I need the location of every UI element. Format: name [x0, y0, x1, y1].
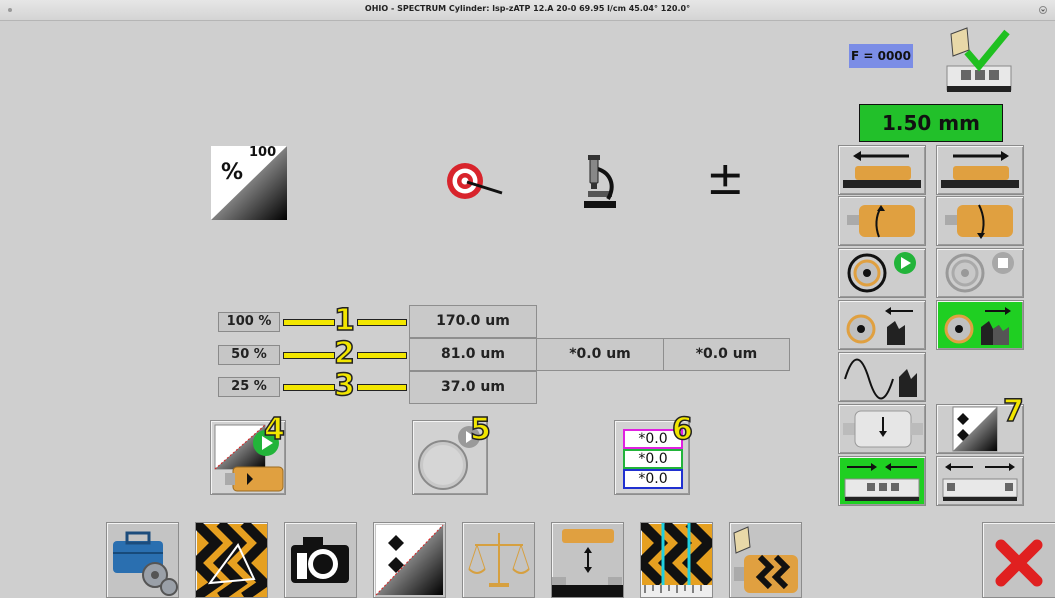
button6-number: 6 — [671, 412, 693, 447]
waveform-button[interactable] — [838, 352, 926, 402]
gradation-max-label: 100 — [249, 145, 277, 160]
balance-button[interactable] — [462, 522, 535, 598]
confirm-save-button[interactable] — [941, 26, 1016, 96]
head-engage-button[interactable] — [936, 300, 1024, 350]
offset-values-button[interactable]: *0.0 *0.0 *0.0 6 — [614, 414, 694, 495]
target-icon[interactable] — [446, 161, 506, 201]
row2-percent[interactable]: 50 % — [218, 345, 280, 365]
rotation-stop-button[interactable] — [936, 248, 1024, 298]
cylinder-height-button[interactable] — [551, 522, 624, 598]
offset-value-blue: *0.0 — [623, 469, 683, 489]
move-right-button[interactable] — [936, 145, 1024, 195]
toolbox-settings-button[interactable] — [106, 522, 179, 598]
clamp-open-button[interactable] — [936, 456, 1024, 506]
button7-number: 7 — [1002, 394, 1024, 429]
gradation-icon[interactable]: % 100 0 — [211, 145, 287, 220]
gradation-curve-button[interactable]: 7 — [936, 396, 1025, 454]
load-cylinder-button[interactable] — [729, 522, 802, 598]
cell-pattern-button[interactable] — [195, 522, 268, 598]
offset-value-green: *0.0 — [623, 449, 683, 469]
row2-value-3[interactable]: *0.0 um — [663, 338, 790, 371]
camera-button[interactable] — [284, 522, 357, 598]
row1-line-left — [283, 319, 335, 326]
cell-measure-button[interactable] — [640, 522, 713, 598]
row3-line-left — [283, 384, 335, 391]
move-left-button[interactable] — [838, 145, 926, 195]
diameter-display: 1.50 mm — [859, 104, 1003, 142]
title-bar: OHIO - SPECTRUM Cylinder: lsp-zATP 12.A … — [0, 0, 1055, 21]
row3-value-1[interactable]: 37.0 um — [409, 371, 537, 404]
microscope-icon[interactable] — [580, 155, 620, 211]
window-close-icon[interactable] — [1039, 6, 1047, 14]
gradation-table-button[interactable] — [373, 522, 446, 598]
gradation-apply-button[interactable]: 4 — [210, 414, 286, 495]
gradation-percent-sign: % — [221, 160, 244, 185]
head-retract-button[interactable] — [838, 300, 926, 350]
row1-percent[interactable]: 100 % — [218, 312, 280, 332]
window-title: OHIO - SPECTRUM Cylinder: lsp-zATP 12.A … — [364, 4, 691, 13]
rotate-backward-button[interactable] — [936, 196, 1024, 246]
row2-line-left — [283, 352, 335, 359]
row3-percent[interactable]: 25 % — [218, 377, 280, 397]
cylinder-measure-button[interactable] — [838, 404, 926, 454]
clamp-close-button[interactable] — [838, 456, 926, 506]
row1-line-right — [357, 319, 407, 326]
row2-number: 2 — [333, 336, 355, 371]
row3-number: 3 — [333, 368, 355, 403]
row2-value-2[interactable]: *0.0 um — [536, 338, 664, 371]
gradation-min-label: 0 — [213, 200, 223, 215]
row2-value-1[interactable]: 81.0 um — [409, 338, 537, 371]
rotation-start-button[interactable] — [838, 248, 926, 298]
row2-line-right — [357, 352, 407, 359]
close-button[interactable] — [982, 522, 1055, 598]
row3-line-right — [357, 384, 407, 391]
engrave-start-button[interactable]: 5 — [412, 414, 492, 495]
f-counter: F = 0000 — [849, 44, 913, 68]
row1-number: 1 — [333, 303, 355, 338]
rotate-forward-button[interactable] — [838, 196, 926, 246]
button4-number: 4 — [263, 412, 285, 447]
row1-value-1[interactable]: 170.0 um — [409, 305, 537, 338]
plus-minus-icon[interactable]: ± — [706, 150, 745, 206]
button5-number: 5 — [469, 412, 491, 447]
